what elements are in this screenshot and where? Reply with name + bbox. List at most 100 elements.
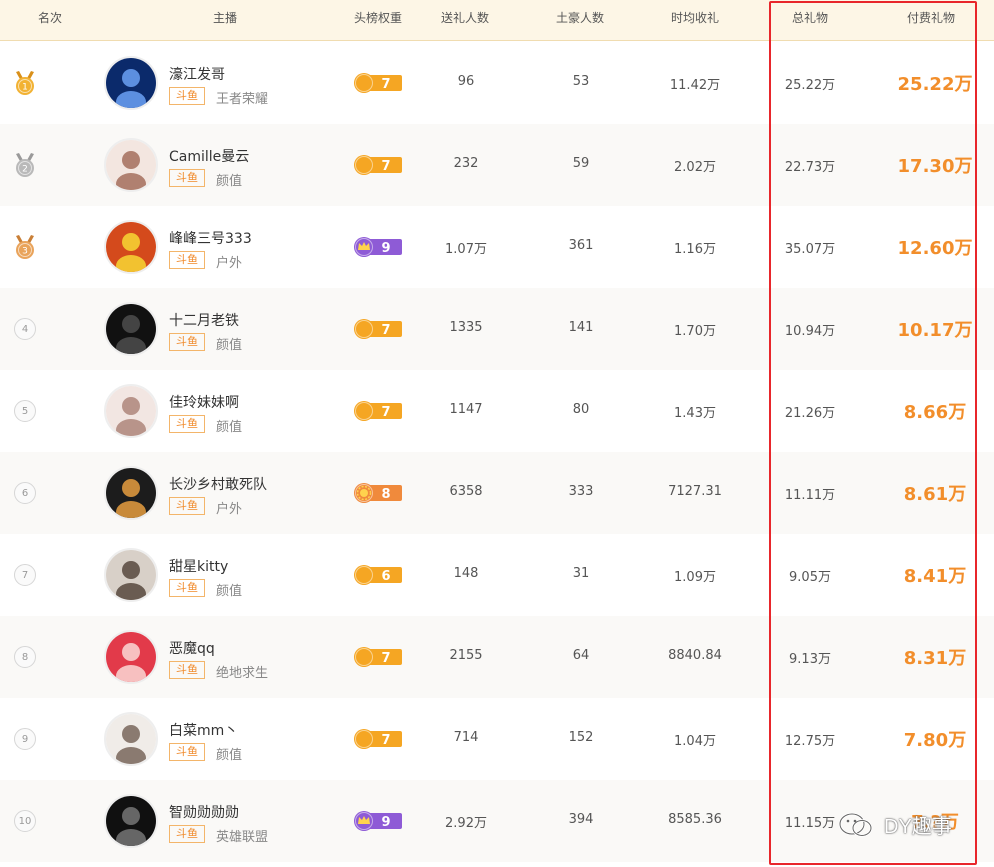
platform-tag: 斗鱼: [169, 579, 205, 597]
table-row[interactable]: 1 濠江发哥 斗鱼 王者荣耀 7 96 53 11.42万 25.22万 25.…: [0, 42, 994, 124]
avatar[interactable]: [104, 548, 158, 602]
category-label: 户外: [216, 502, 243, 517]
total-gift: 10.94万: [784, 324, 836, 339]
platform-tag: 斗鱼: [169, 251, 205, 269]
table-row[interactable]: 7 甜星kitty 斗鱼 颜值 6 148 31 1.09万 9.05万 8.4…: [0, 534, 994, 616]
rank-number: 9: [14, 728, 36, 750]
hourly-gift: 1.43万: [674, 406, 716, 421]
avatar[interactable]: [104, 794, 158, 848]
level-badge: 7: [354, 647, 402, 667]
paid-gift: 8.31万: [903, 648, 967, 669]
rank-number: 8: [14, 646, 36, 668]
header-paid[interactable]: 付费礼物: [898, 0, 964, 41]
level-badge: 7: [354, 319, 402, 339]
host-name[interactable]: 长沙乡村敢死队: [169, 474, 267, 494]
gifters-count: 2155: [449, 648, 483, 663]
platform-tag: 斗鱼: [169, 497, 205, 515]
table-row[interactable]: 4 十二月老铁 斗鱼 颜值 7 1335 141 1.70万 10.94万 10…: [0, 288, 994, 370]
tuhao-count: 31: [572, 566, 590, 581]
category-label: 颜值: [216, 174, 243, 189]
hourly-gift: 8585.36: [668, 812, 722, 827]
header-gifters[interactable]: 送礼人数: [432, 0, 498, 41]
host-name[interactable]: 甜星kitty: [169, 556, 228, 576]
level-badge: 9: [354, 811, 402, 831]
avatar[interactable]: [104, 630, 158, 684]
avatar[interactable]: [104, 466, 158, 520]
paid-gift: 8.66万: [903, 402, 967, 423]
header-hourly[interactable]: 时均收礼: [662, 0, 728, 41]
paid-gift: 17.30万: [897, 156, 973, 177]
total-gift: 11.11万: [784, 488, 836, 503]
level-number: 6: [381, 569, 390, 584]
rank-number: 10: [14, 810, 36, 832]
hourly-gift: 2.02万: [674, 160, 716, 175]
gifters-count: 6358: [449, 484, 483, 499]
table-row[interactable]: 5 佳玲妹妹啊 斗鱼 颜值 7 1147 80 1.43万 21.26万 8.6…: [0, 370, 994, 452]
avatar[interactable]: [104, 384, 158, 438]
gifters-count: 1335: [449, 320, 483, 335]
level-badge: 7: [354, 73, 402, 93]
platform-tag: 斗鱼: [169, 87, 205, 105]
category-label: 颜值: [216, 748, 243, 763]
rank-number: 3: [22, 247, 28, 257]
host-name[interactable]: 峰峰三号333: [169, 228, 252, 248]
table-row[interactable]: 6 长沙乡村敢死队 斗鱼 户外 8 6358 333 7127.31 11.11…: [0, 452, 994, 534]
hourly-gift: 1.70万: [674, 324, 716, 339]
header-weight[interactable]: 头榜权重: [345, 0, 411, 41]
host-name[interactable]: Camille曼云: [169, 146, 249, 166]
category-label: 颜值: [216, 338, 243, 353]
gifters-count: 1147: [449, 402, 483, 417]
category-label: 英雄联盟: [216, 830, 269, 845]
tuhao-count: 80: [572, 402, 590, 417]
tuhao-count: 53: [572, 74, 590, 89]
table-row[interactable]: 2 Camille曼云 斗鱼 颜值 7 232 59 2.02万 22.73万 …: [0, 124, 994, 206]
gifters-count: 96: [457, 74, 475, 89]
hourly-gift: 11.42万: [669, 78, 721, 93]
tuhao-count: 59: [572, 156, 590, 171]
total-gift: 35.07万: [784, 242, 836, 257]
avatar[interactable]: [104, 220, 158, 274]
category-label: 王者荣耀: [216, 92, 269, 107]
table-row[interactable]: 8 恶魔qq 斗鱼 绝地求生 7 2155 64 8840.84 9.13万 8…: [0, 616, 994, 698]
tuhao-count: 333: [568, 484, 594, 499]
gifters-count: 1.07万: [445, 242, 487, 257]
hourly-gift: 1.09万: [674, 570, 716, 585]
level-number: 7: [381, 77, 390, 92]
avatar[interactable]: [104, 712, 158, 766]
level-number: 9: [381, 241, 390, 256]
hourly-gift: 7127.31: [668, 484, 722, 499]
gifters-count: 2.92万: [445, 816, 487, 831]
avatar[interactable]: [104, 138, 158, 192]
header-tuhao[interactable]: 土豪人数: [547, 0, 613, 41]
host-name[interactable]: 十二月老铁: [169, 310, 239, 330]
platform-tag: 斗鱼: [169, 661, 205, 679]
table-row[interactable]: 9 白菜mm丶 斗鱼 颜值 7 714 152 1.04万 12.75万 7.8…: [0, 698, 994, 780]
avatar[interactable]: [104, 302, 158, 356]
platform-tag: 斗鱼: [169, 743, 205, 761]
total-gift: 22.73万: [784, 160, 836, 175]
gifters-count: 714: [453, 730, 479, 745]
host-name[interactable]: 智勋勋勋勋: [169, 802, 239, 822]
rank-number: 2: [22, 165, 28, 175]
rank-number: 7: [14, 564, 36, 586]
platform-tag: 斗鱼: [169, 825, 205, 843]
header-total[interactable]: 总礼物: [782, 0, 838, 41]
category-label: 颜值: [216, 584, 243, 599]
tuhao-count: 141: [568, 320, 594, 335]
total-gift: 9.13万: [789, 652, 831, 667]
host-name[interactable]: 佳玲妹妹啊: [169, 392, 239, 412]
platform-tag: 斗鱼: [169, 415, 205, 433]
host-name[interactable]: 濠江发哥: [169, 64, 225, 84]
total-gift: 25.22万: [784, 78, 836, 93]
host-name[interactable]: 白菜mm丶: [169, 720, 238, 740]
avatar[interactable]: [104, 56, 158, 110]
hourly-gift: 8840.84: [668, 648, 722, 663]
level-badge: 6: [354, 565, 402, 585]
category-label: 绝地求生: [216, 666, 269, 681]
level-number: 7: [381, 159, 390, 174]
level-number: 8: [381, 487, 390, 502]
rank-number: 1: [22, 83, 28, 93]
hourly-gift: 1.16万: [674, 242, 716, 257]
table-row[interactable]: 3 峰峰三号333 斗鱼 户外 9 1.07万 361 1.16万 35.07万…: [0, 206, 994, 288]
host-name[interactable]: 恶魔qq: [169, 638, 215, 658]
